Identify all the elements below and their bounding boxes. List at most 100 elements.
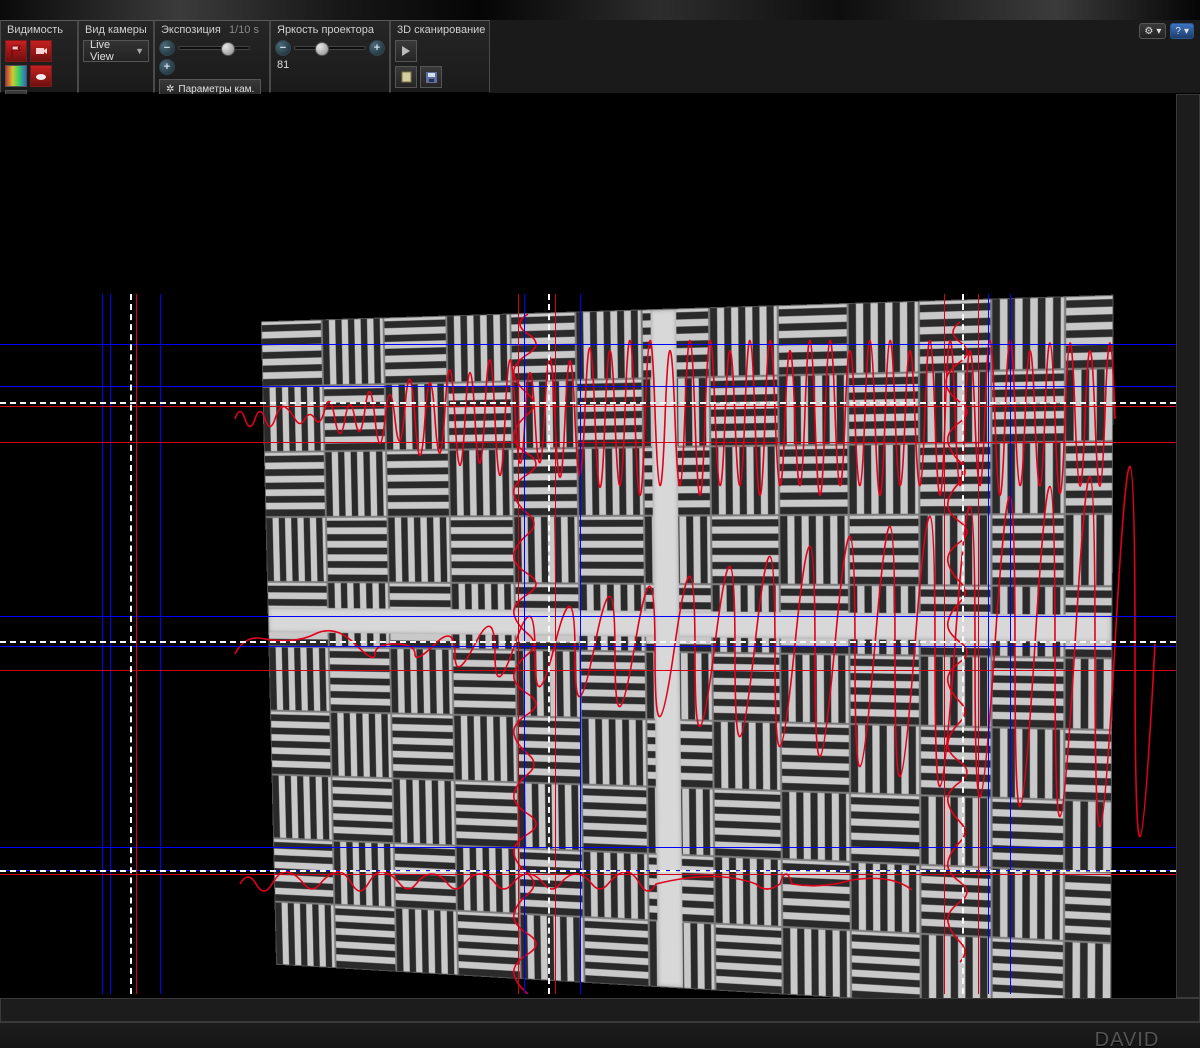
board-tile	[330, 648, 391, 712]
board-tile	[1066, 442, 1114, 513]
camera-viewport[interactable]	[0, 94, 1176, 998]
board-tile	[334, 842, 394, 907]
board-tile	[387, 451, 449, 516]
group-3d-scan-title: 3D сканирование	[395, 23, 485, 40]
board-tile	[514, 517, 578, 583]
exposure-slider[interactable]	[178, 46, 250, 50]
board-tile	[388, 517, 450, 581]
vertical-scrollbar[interactable]	[1176, 94, 1200, 998]
board-tile	[520, 849, 583, 916]
group-projector-title: Яркость проектора	[275, 23, 385, 40]
settings-chevron: ▾	[1156, 26, 1161, 37]
viewport-container	[0, 94, 1200, 1022]
board-tile	[1066, 295, 1114, 368]
board-tile	[450, 450, 513, 516]
exposure-slider-thumb[interactable]	[221, 42, 235, 56]
board-tile	[516, 651, 579, 717]
board-tile	[920, 515, 990, 584]
brand-name: DAVID	[1095, 1029, 1160, 1048]
board-tile	[578, 448, 643, 515]
board-tile	[993, 869, 1063, 940]
board-tile	[448, 382, 511, 448]
board-tile	[920, 300, 990, 372]
board-tile	[714, 722, 780, 790]
brightness-value: 81	[275, 59, 291, 71]
board-tile	[993, 728, 1064, 799]
board-tile	[275, 903, 334, 968]
board-tile	[1065, 801, 1114, 873]
board-tile	[852, 931, 920, 998]
board-tile	[518, 717, 581, 783]
brightness-minus-button[interactable]: −	[275, 40, 291, 56]
board-tile	[850, 516, 919, 585]
guide-line	[160, 294, 161, 994]
board-tile	[849, 302, 918, 373]
board-tile	[396, 909, 457, 975]
guide-line	[130, 294, 132, 994]
group-camera-view: Вид камеры Live View ▼	[78, 20, 154, 93]
board-tile	[327, 518, 388, 582]
play-icon[interactable]	[395, 40, 417, 62]
help-menu-button[interactable]: ? ▾	[1170, 23, 1194, 39]
rainbow-icon[interactable]	[5, 65, 27, 87]
board-tile	[849, 373, 918, 443]
board-tile	[332, 777, 392, 842]
board-tile	[585, 918, 649, 986]
help-icon: ?	[1175, 26, 1181, 37]
board-tile	[992, 515, 1063, 585]
group-camera-view-title: Вид камеры	[83, 23, 149, 40]
board-tile	[511, 313, 575, 381]
cloud-icon[interactable]	[30, 65, 52, 87]
camera-small-icon[interactable]	[30, 40, 52, 62]
viewport-empty-top	[0, 94, 1176, 200]
board-tile	[521, 915, 584, 982]
exposure-plus-button[interactable]: +	[159, 59, 175, 75]
flag-icon[interactable]	[5, 40, 27, 62]
board-tile	[710, 306, 777, 376]
save-icon[interactable]	[420, 66, 442, 88]
board-tile	[577, 379, 642, 447]
brightness-slider[interactable]	[294, 46, 366, 50]
board-tile	[850, 656, 919, 725]
board-tile	[921, 866, 990, 936]
board-tile	[780, 516, 848, 584]
page-icon[interactable]	[395, 66, 417, 88]
settings-menu-button[interactable]: ⚙ ▾	[1139, 23, 1166, 39]
board-tile	[713, 654, 779, 722]
group-exposure: Экспозиция 1/10 s − + ✲ Параметры кам.	[154, 20, 270, 93]
board-tile	[851, 725, 919, 794]
board-tile	[992, 370, 1064, 441]
brightness-plus-button[interactable]: +	[369, 40, 385, 56]
board-tile	[716, 925, 782, 994]
board-tile	[324, 385, 385, 450]
board-tile	[780, 446, 848, 515]
board-tile	[992, 297, 1064, 369]
camera-view-combo[interactable]: Live View ▼	[83, 40, 149, 62]
board-tile	[921, 657, 991, 727]
brightness-slider-thumb[interactable]	[315, 42, 329, 56]
board-tile	[711, 447, 778, 515]
board-tile	[921, 727, 990, 797]
guide-line	[136, 294, 137, 994]
group-exposure-title: Экспозиция 1/10 s	[159, 23, 265, 40]
board-tile	[851, 794, 919, 864]
window-title-bar	[0, 0, 1200, 20]
board-tile	[582, 719, 646, 786]
board-tile	[1065, 659, 1113, 730]
board-tile	[266, 518, 326, 581]
chevron-down-icon: ▾	[1184, 26, 1189, 37]
board-tile	[993, 658, 1064, 728]
exposure-minus-button[interactable]: −	[159, 40, 175, 56]
group-visibility: Видимость	[0, 20, 78, 93]
board-tile	[1065, 730, 1113, 801]
board-tile	[263, 386, 323, 451]
board-tile	[391, 649, 453, 714]
toolbar-right: ⚙ ▾ ? ▾	[1133, 20, 1200, 93]
board-tile	[393, 779, 454, 844]
board-tile	[323, 318, 384, 384]
board-tile	[849, 445, 918, 514]
horizontal-scrollbar[interactable]	[0, 998, 1200, 1022]
board-tile	[579, 517, 644, 583]
board-tile	[583, 785, 647, 852]
board-tile	[325, 452, 386, 516]
